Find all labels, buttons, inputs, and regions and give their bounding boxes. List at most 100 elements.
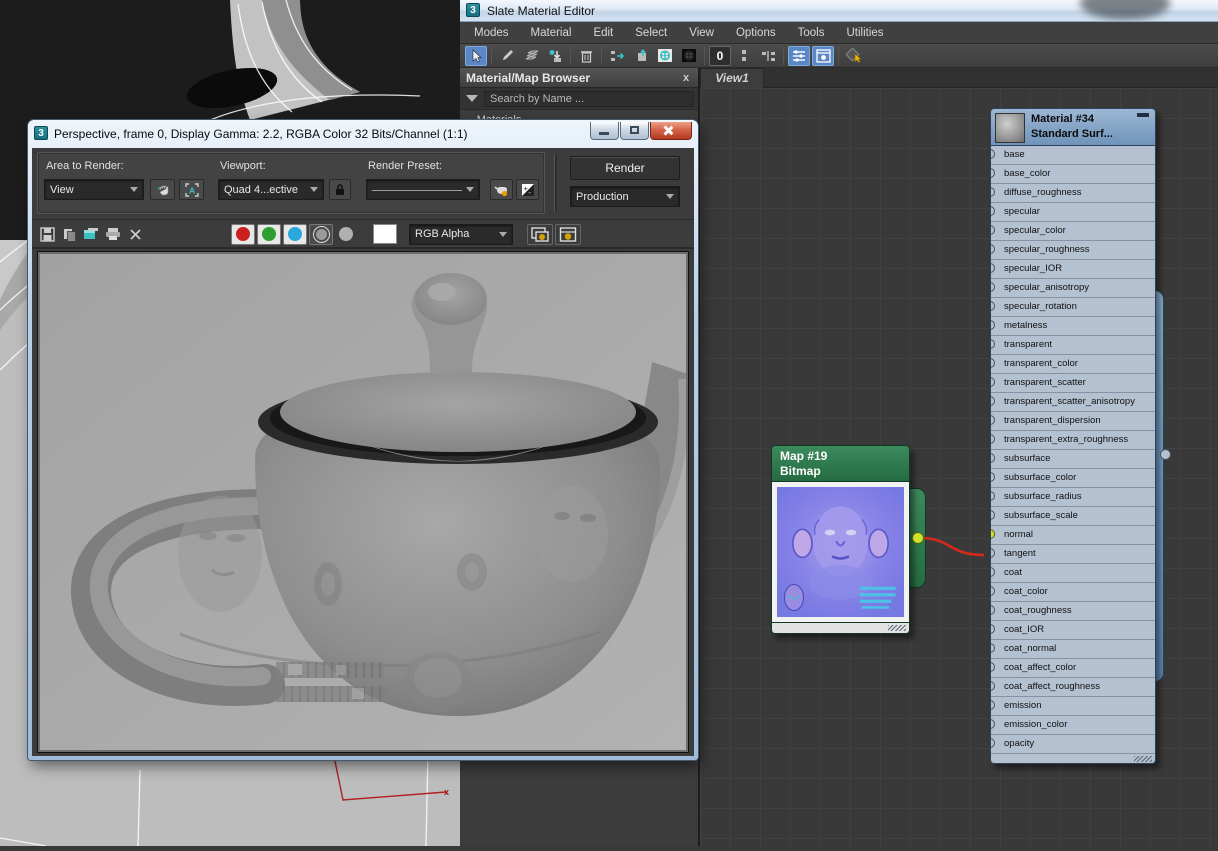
- material-id-channel-button[interactable]: 0: [709, 46, 731, 66]
- material-slot-row[interactable]: transparent_scatter_anisotropy: [991, 393, 1155, 412]
- alpha-channel-button[interactable]: [309, 224, 333, 245]
- viewport-display-toggle-icon[interactable]: [555, 224, 581, 245]
- auto-region-icon[interactable]: A: [179, 179, 204, 200]
- select-cursor-icon[interactable]: [465, 46, 487, 66]
- clear-image-icon[interactable]: [124, 223, 146, 245]
- browser-close-icon[interactable]: x: [680, 72, 692, 84]
- slot-socket[interactable]: [991, 605, 995, 615]
- material-slot-row[interactable]: coat: [991, 564, 1155, 583]
- menu-item[interactable]: Modes: [474, 27, 509, 39]
- slot-socket[interactable]: [991, 700, 995, 710]
- green-channel-button[interactable]: [257, 224, 281, 245]
- material-slot-row[interactable]: specular: [991, 203, 1155, 222]
- material-slot-row[interactable]: coat_affect_roughness: [991, 678, 1155, 697]
- material-node[interactable]: Material #34 Standard Surf... base base_…: [990, 108, 1156, 764]
- blue-channel-button[interactable]: [283, 224, 307, 245]
- material-slot-row[interactable]: emission: [991, 697, 1155, 716]
- menu-item[interactable]: Options: [736, 27, 776, 39]
- show-shaded-material-in-viewport-icon[interactable]: [654, 46, 676, 66]
- material-slot-row[interactable]: coat_IOR: [991, 621, 1155, 640]
- minimize-button[interactable]: [590, 122, 619, 140]
- show-background-icon[interactable]: [678, 46, 700, 66]
- material-slot-row[interactable]: coat_normal: [991, 640, 1155, 659]
- material-slot-row[interactable]: specular_color: [991, 222, 1155, 241]
- slot-socket[interactable]: [991, 586, 995, 596]
- overlay-toggle-icon[interactable]: [527, 224, 553, 245]
- menu-item[interactable]: Tools: [798, 27, 825, 39]
- browser-header[interactable]: Material/Map Browser x: [460, 68, 698, 88]
- lock-viewport-icon[interactable]: [329, 179, 351, 200]
- material-slot-row[interactable]: emission_color: [991, 716, 1155, 735]
- slot-socket[interactable]: [991, 662, 995, 672]
- pan-region-icon[interactable]: [150, 179, 175, 200]
- slot-socket[interactable]: [991, 149, 995, 159]
- material-slot-row[interactable]: specular_anisotropy: [991, 279, 1155, 298]
- menu-item[interactable]: Select: [635, 27, 667, 39]
- resize-grip-icon[interactable]: [888, 625, 906, 631]
- assign-to-selection-icon[interactable]: [544, 46, 566, 66]
- color-swatch[interactable]: [373, 224, 397, 244]
- slot-socket[interactable]: [991, 358, 995, 368]
- material-slot-row[interactable]: diffuse_roughness: [991, 184, 1155, 203]
- material-slot-row[interactable]: opacity: [991, 735, 1155, 754]
- parameter-editor-toggle-icon[interactable]: [812, 46, 834, 66]
- channel-display-select[interactable]: RGB Alpha: [409, 224, 513, 245]
- material-output-socket[interactable]: [1160, 449, 1171, 460]
- material-node-header[interactable]: Material #34 Standard Surf...: [990, 108, 1156, 146]
- slot-socket[interactable]: [991, 206, 995, 216]
- material-slot-row[interactable]: transparent_extra_roughness: [991, 431, 1155, 450]
- clone-buffer-icon[interactable]: [80, 223, 102, 245]
- slot-socket[interactable]: [991, 244, 995, 254]
- move-children-icon[interactable]: [606, 46, 628, 66]
- slot-socket[interactable]: [991, 396, 995, 406]
- slot-socket[interactable]: [991, 301, 995, 311]
- slot-socket[interactable]: [991, 168, 995, 178]
- delete-selected-icon[interactable]: [575, 46, 597, 66]
- render-mode-select[interactable]: Production: [570, 186, 680, 207]
- slot-socket[interactable]: [991, 472, 995, 482]
- material-slot-row[interactable]: subsurface_scale: [991, 507, 1155, 526]
- map-output-socket[interactable]: [912, 532, 924, 544]
- save-image-icon[interactable]: [36, 223, 58, 245]
- slot-socket[interactable]: [991, 491, 995, 501]
- node-canvas[interactable]: Material #34 Standard Surf... base base_…: [700, 88, 1218, 846]
- slot-socket[interactable]: [991, 643, 995, 653]
- maximize-button[interactable]: [620, 122, 649, 140]
- bitmap-map-node[interactable]: Map #19 Bitmap: [771, 445, 910, 634]
- slot-socket[interactable]: [991, 529, 995, 539]
- material-slot-row[interactable]: transparent_dispersion: [991, 412, 1155, 431]
- search-input[interactable]: Search by Name ...: [484, 91, 694, 107]
- pick-material-icon[interactable]: [496, 46, 518, 66]
- resize-grip-icon[interactable]: [1134, 756, 1152, 762]
- select-region-icon[interactable]: [843, 46, 865, 66]
- material-slot-row[interactable]: metalness: [991, 317, 1155, 336]
- render-button[interactable]: Render: [570, 156, 680, 180]
- slot-socket[interactable]: [991, 738, 995, 748]
- material-slot-row[interactable]: specular_roughness: [991, 241, 1155, 260]
- material-slot-row[interactable]: transparent_color: [991, 355, 1155, 374]
- material-slot-row[interactable]: coat_affect_color: [991, 659, 1155, 678]
- render-setup-icon[interactable]: [490, 179, 513, 200]
- slot-socket[interactable]: [991, 282, 995, 292]
- browser-group-row[interactable]: - Materials: [460, 110, 698, 120]
- render-window-titlebar[interactable]: 3 Perspective, frame 0, Display Gamma: 2…: [32, 122, 694, 146]
- slot-socket[interactable]: [991, 225, 995, 235]
- slot-socket[interactable]: [991, 510, 995, 520]
- close-button[interactable]: [650, 122, 692, 140]
- material-slot-row[interactable]: subsurface: [991, 450, 1155, 469]
- material-map-browser-toggle-icon[interactable]: [788, 46, 810, 66]
- slot-socket[interactable]: [991, 434, 995, 444]
- rendered-frame-window[interactable]: 3 Perspective, frame 0, Display Gamma: 2…: [28, 120, 698, 760]
- menu-item[interactable]: Edit: [593, 27, 613, 39]
- menu-item[interactable]: View: [689, 27, 714, 39]
- material-slot-row[interactable]: subsurface_color: [991, 469, 1155, 488]
- search-options-icon[interactable]: [466, 95, 478, 102]
- menu-item[interactable]: Material: [531, 27, 572, 39]
- layout-all-icon[interactable]: [757, 46, 779, 66]
- slot-socket[interactable]: [991, 681, 995, 691]
- red-channel-button[interactable]: [231, 224, 255, 245]
- slot-socket[interactable]: [991, 415, 995, 425]
- material-slot-row[interactable]: specular_rotation: [991, 298, 1155, 317]
- slot-socket[interactable]: [991, 263, 995, 273]
- material-slot-row[interactable]: normal: [991, 526, 1155, 545]
